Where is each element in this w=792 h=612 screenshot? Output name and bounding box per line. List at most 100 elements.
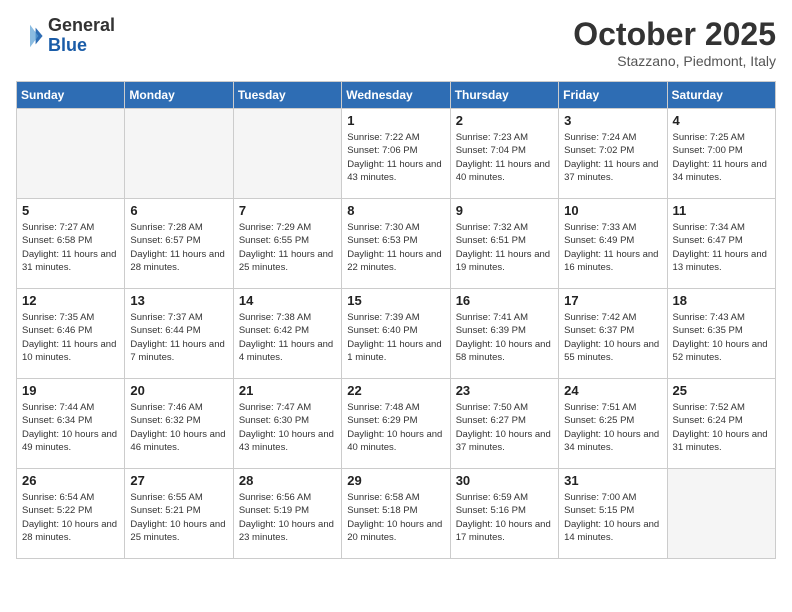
calendar-cell: 6 Sunrise: 7:28 AM Sunset: 6:57 PM Daylig… — [125, 199, 233, 289]
day-info: Sunrise: 7:23 AM Sunset: 7:04 PM Dayligh… — [456, 131, 553, 184]
calendar-cell: 26 Sunrise: 6:54 AM Sunset: 5:22 PM Dayli… — [17, 469, 125, 559]
calendar-cell: 18 Sunrise: 7:43 AM Sunset: 6:35 PM Dayli… — [667, 289, 775, 379]
weekday-header-saturday: Saturday — [667, 82, 775, 109]
day-info: Sunrise: 7:30 AM Sunset: 6:53 PM Dayligh… — [347, 221, 444, 274]
calendar-cell: 20Sunrise: 7:46 AM Sunset: 6:32 PM Dayli… — [125, 379, 233, 469]
day-number: 18 — [673, 293, 770, 308]
logo-icon — [16, 22, 44, 50]
day-number: 26 — [22, 473, 119, 488]
day-info: Sunrise: 7:22 AM Sunset: 7:06 PM Dayligh… — [347, 131, 444, 184]
day-info: Sunrise: 6:55 AM Sunset: 5:21 PM Dayligh… — [130, 491, 227, 544]
weekday-header-friday: Friday — [559, 82, 667, 109]
weekday-header-wednesday: Wednesday — [342, 82, 450, 109]
day-info: Sunrise: 7:50 AM Sunset: 6:27 PM Dayligh… — [456, 401, 553, 454]
calendar-cell: 29Sunrise: 6:58 AM Sunset: 5:18 PM Dayli… — [342, 469, 450, 559]
calendar-cell — [17, 109, 125, 199]
day-number: 1 — [347, 113, 444, 128]
calendar-cell: 28 Sunrise: 6:56 AM Sunset: 5:19 PM Dayli… — [233, 469, 341, 559]
calendar-cell: 10 Sunrise: 7:33 AM Sunset: 6:49 PM Dayli… — [559, 199, 667, 289]
day-info: Sunrise: 7:27 AM Sunset: 6:58 PM Dayligh… — [22, 221, 119, 274]
day-info: Sunrise: 7:24 AM Sunset: 7:02 PM Dayligh… — [564, 131, 661, 184]
day-info: Sunrise: 7:35 AM Sunset: 6:46 PM Dayligh… — [22, 311, 119, 364]
day-number: 4 — [673, 113, 770, 128]
weekday-header-thursday: Thursday — [450, 82, 558, 109]
day-number: 30 — [456, 473, 553, 488]
calendar-cell — [233, 109, 341, 199]
calendar-cell: 9Sunrise: 7:32 AM Sunset: 6:51 PM Daylig… — [450, 199, 558, 289]
calendar-cell: 17 Sunrise: 7:42 AM Sunset: 6:37 PM Dayli… — [559, 289, 667, 379]
day-number: 5 — [22, 203, 119, 218]
calendar-cell: 4 Sunrise: 7:25 AM Sunset: 7:00 PM Daylig… — [667, 109, 775, 199]
calendar-table: SundayMondayTuesdayWednesdayThursdayFrid… — [16, 81, 776, 559]
logo: General Blue — [16, 16, 115, 56]
calendar-cell: 21 Sunrise: 7:47 AM Sunset: 6:30 PM Dayli… — [233, 379, 341, 469]
logo-text: General Blue — [48, 16, 115, 56]
day-info: Sunrise: 7:52 AM Sunset: 6:24 PM Dayligh… — [673, 401, 770, 454]
calendar-cell: 23 Sunrise: 7:50 AM Sunset: 6:27 PM Dayli… — [450, 379, 558, 469]
calendar-cell: 3 Sunrise: 7:24 AM Sunset: 7:02 PM Daylig… — [559, 109, 667, 199]
calendar-cell: 5 Sunrise: 7:27 AM Sunset: 6:58 PM Daylig… — [17, 199, 125, 289]
calendar-cell: 15 Sunrise: 7:39 AM Sunset: 6:40 PM Dayli… — [342, 289, 450, 379]
calendar-week-row: 19Sunrise: 7:44 AM Sunset: 6:34 PM Dayli… — [17, 379, 776, 469]
day-number: 31 — [564, 473, 661, 488]
day-info: Sunrise: 7:32 AM Sunset: 6:51 PM Dayligh… — [456, 221, 553, 274]
calendar-week-row: 5 Sunrise: 7:27 AM Sunset: 6:58 PM Daylig… — [17, 199, 776, 289]
calendar-cell: 30 Sunrise: 6:59 AM Sunset: 5:16 PM Dayli… — [450, 469, 558, 559]
day-info: Sunrise: 6:59 AM Sunset: 5:16 PM Dayligh… — [456, 491, 553, 544]
day-info: Sunrise: 6:56 AM Sunset: 5:19 PM Dayligh… — [239, 491, 336, 544]
day-info: Sunrise: 7:46 AM Sunset: 6:32 PM Dayligh… — [130, 401, 227, 454]
day-info: Sunrise: 7:42 AM Sunset: 6:37 PM Dayligh… — [564, 311, 661, 364]
day-number: 15 — [347, 293, 444, 308]
day-number: 2 — [456, 113, 553, 128]
day-info: Sunrise: 7:43 AM Sunset: 6:35 PM Dayligh… — [673, 311, 770, 364]
calendar-cell: 31Sunrise: 7:00 AM Sunset: 5:15 PM Dayli… — [559, 469, 667, 559]
day-info: Sunrise: 7:28 AM Sunset: 6:57 PM Dayligh… — [130, 221, 227, 274]
day-number: 13 — [130, 293, 227, 308]
weekday-header-tuesday: Tuesday — [233, 82, 341, 109]
calendar-cell: 2 Sunrise: 7:23 AM Sunset: 7:04 PM Daylig… — [450, 109, 558, 199]
day-info: Sunrise: 7:51 AM Sunset: 6:25 PM Dayligh… — [564, 401, 661, 454]
day-number: 28 — [239, 473, 336, 488]
page-header: General Blue October 2025 Stazzano, Pied… — [16, 16, 776, 69]
day-info: Sunrise: 7:37 AM Sunset: 6:44 PM Dayligh… — [130, 311, 227, 364]
calendar-cell: 11Sunrise: 7:34 AM Sunset: 6:47 PM Dayli… — [667, 199, 775, 289]
day-number: 14 — [239, 293, 336, 308]
day-number: 10 — [564, 203, 661, 218]
calendar-cell: 13 Sunrise: 7:37 AM Sunset: 6:44 PM Dayli… — [125, 289, 233, 379]
day-number: 22 — [347, 383, 444, 398]
day-info: Sunrise: 7:25 AM Sunset: 7:00 PM Dayligh… — [673, 131, 770, 184]
day-number: 25 — [673, 383, 770, 398]
weekday-header-monday: Monday — [125, 82, 233, 109]
day-number: 6 — [130, 203, 227, 218]
calendar-cell: 19Sunrise: 7:44 AM Sunset: 6:34 PM Dayli… — [17, 379, 125, 469]
day-number: 27 — [130, 473, 227, 488]
day-info: Sunrise: 7:34 AM Sunset: 6:47 PM Dayligh… — [673, 221, 770, 274]
calendar-cell: 24Sunrise: 7:51 AM Sunset: 6:25 PM Dayli… — [559, 379, 667, 469]
title-block: October 2025 Stazzano, Piedmont, Italy — [573, 16, 776, 69]
calendar-cell: 12 Sunrise: 7:35 AM Sunset: 6:46 PM Dayli… — [17, 289, 125, 379]
day-number: 8 — [347, 203, 444, 218]
day-info: Sunrise: 7:33 AM Sunset: 6:49 PM Dayligh… — [564, 221, 661, 274]
day-info: Sunrise: 6:54 AM Sunset: 5:22 PM Dayligh… — [22, 491, 119, 544]
calendar-week-row: 26 Sunrise: 6:54 AM Sunset: 5:22 PM Dayli… — [17, 469, 776, 559]
day-info: Sunrise: 7:44 AM Sunset: 6:34 PM Dayligh… — [22, 401, 119, 454]
day-number: 17 — [564, 293, 661, 308]
day-info: Sunrise: 7:41 AM Sunset: 6:39 PM Dayligh… — [456, 311, 553, 364]
month-title: October 2025 — [573, 16, 776, 53]
day-number: 7 — [239, 203, 336, 218]
day-number: 12 — [22, 293, 119, 308]
calendar-cell: 14Sunrise: 7:38 AM Sunset: 6:42 PM Dayli… — [233, 289, 341, 379]
day-number: 16 — [456, 293, 553, 308]
day-number: 3 — [564, 113, 661, 128]
day-number: 23 — [456, 383, 553, 398]
day-info: Sunrise: 7:39 AM Sunset: 6:40 PM Dayligh… — [347, 311, 444, 364]
calendar-cell — [667, 469, 775, 559]
calendar-cell: 1 Sunrise: 7:22 AM Sunset: 7:06 PM Daylig… — [342, 109, 450, 199]
day-info: Sunrise: 7:47 AM Sunset: 6:30 PM Dayligh… — [239, 401, 336, 454]
weekday-header-row: SundayMondayTuesdayWednesdayThursdayFrid… — [17, 82, 776, 109]
day-number: 21 — [239, 383, 336, 398]
calendar-cell — [125, 109, 233, 199]
location-subtitle: Stazzano, Piedmont, Italy — [573, 53, 776, 69]
day-info: Sunrise: 6:58 AM Sunset: 5:18 PM Dayligh… — [347, 491, 444, 544]
calendar-cell: 27 Sunrise: 6:55 AM Sunset: 5:21 PM Dayli… — [125, 469, 233, 559]
